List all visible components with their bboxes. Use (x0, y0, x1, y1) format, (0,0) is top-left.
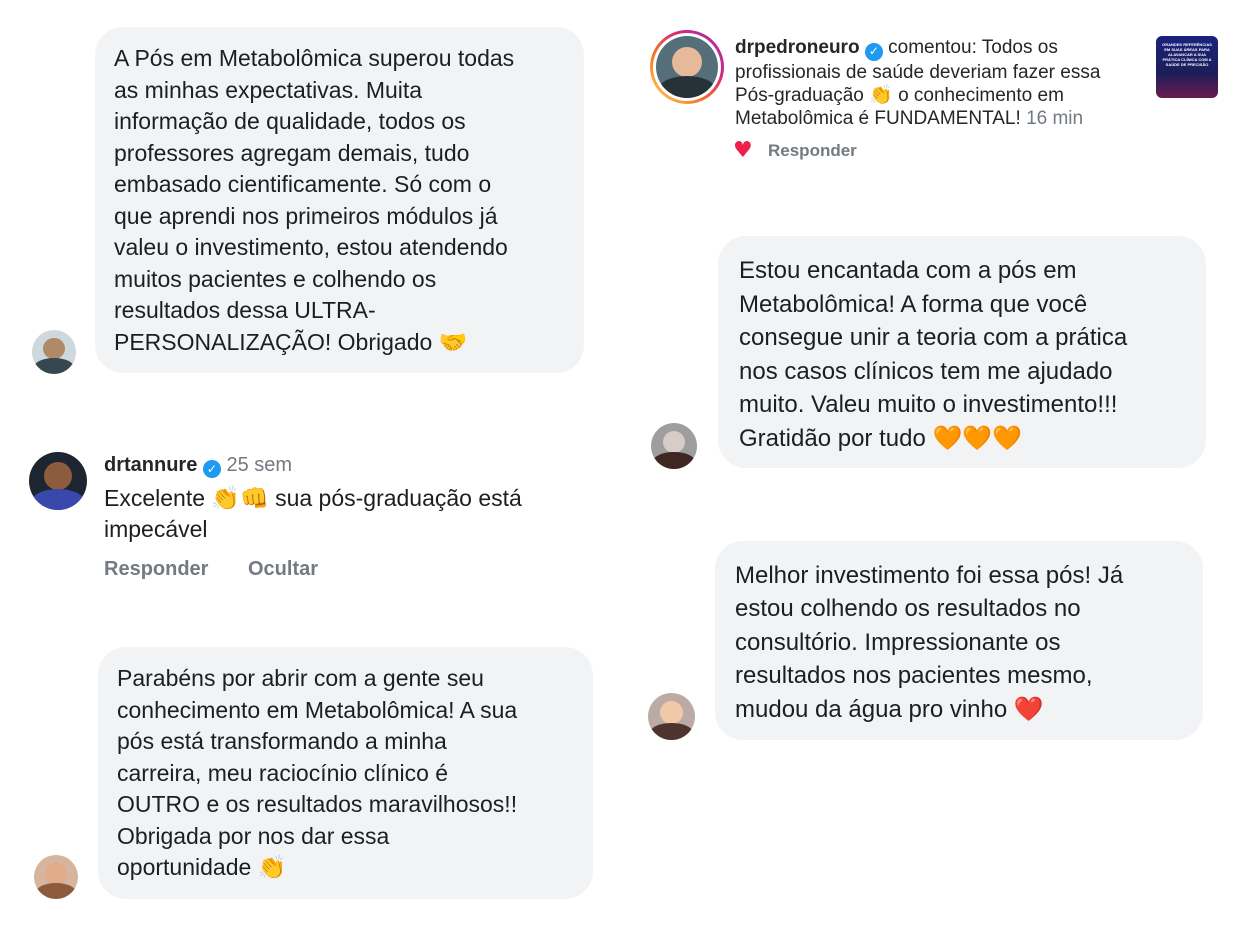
avatar (651, 423, 697, 469)
comment-text: Excelente 👏👊 sua pós-graduação está impe… (104, 485, 522, 542)
notification-text: drpedroneuro ✓ comentou: Todos os profis… (735, 36, 1135, 130)
avatar (656, 36, 718, 98)
avatar (32, 330, 76, 374)
like-heart-icon[interactable]: ♥ (733, 138, 753, 163)
notification-time: 16 min (1026, 107, 1084, 129)
testimonial-bubble: Estou encantada com a pós em Metabolômic… (718, 236, 1206, 468)
story-ring-avatar[interactable] (650, 30, 724, 104)
comment-header: drtannure ✓ 25 sem (104, 452, 292, 478)
testimonial-bubble: Parabéns por abrir com a gente seu conhe… (98, 647, 593, 899)
thumbnail-caption: GRANDES REFERÊNCIAS EM SUAS ÁREAS PARA A… (1162, 42, 1212, 67)
reply-button[interactable]: Responder (104, 558, 208, 581)
verified-badge-icon: ✓ (202, 460, 221, 478)
avatar (648, 693, 695, 740)
comment-time: 25 sem (226, 454, 293, 476)
testimonial-bubble: Melhor investimento foi essa pós! Já est… (715, 541, 1203, 740)
reply-button[interactable]: Responder (768, 141, 857, 161)
username[interactable]: drpedroneuro (735, 37, 860, 58)
post-thumbnail[interactable]: GRANDES REFERÊNCIAS EM SUAS ÁREAS PARA A… (1156, 36, 1218, 98)
verified-badge-icon: ✓ (864, 42, 883, 61)
testimonial-bubble: A Pós em Metabolômica superou todas as m… (95, 27, 584, 373)
username[interactable]: drtannure (104, 454, 197, 476)
avatar[interactable] (29, 452, 87, 510)
avatar (34, 855, 78, 899)
hide-button[interactable]: Ocultar (248, 558, 318, 581)
notification-action: comentou: (888, 37, 977, 58)
